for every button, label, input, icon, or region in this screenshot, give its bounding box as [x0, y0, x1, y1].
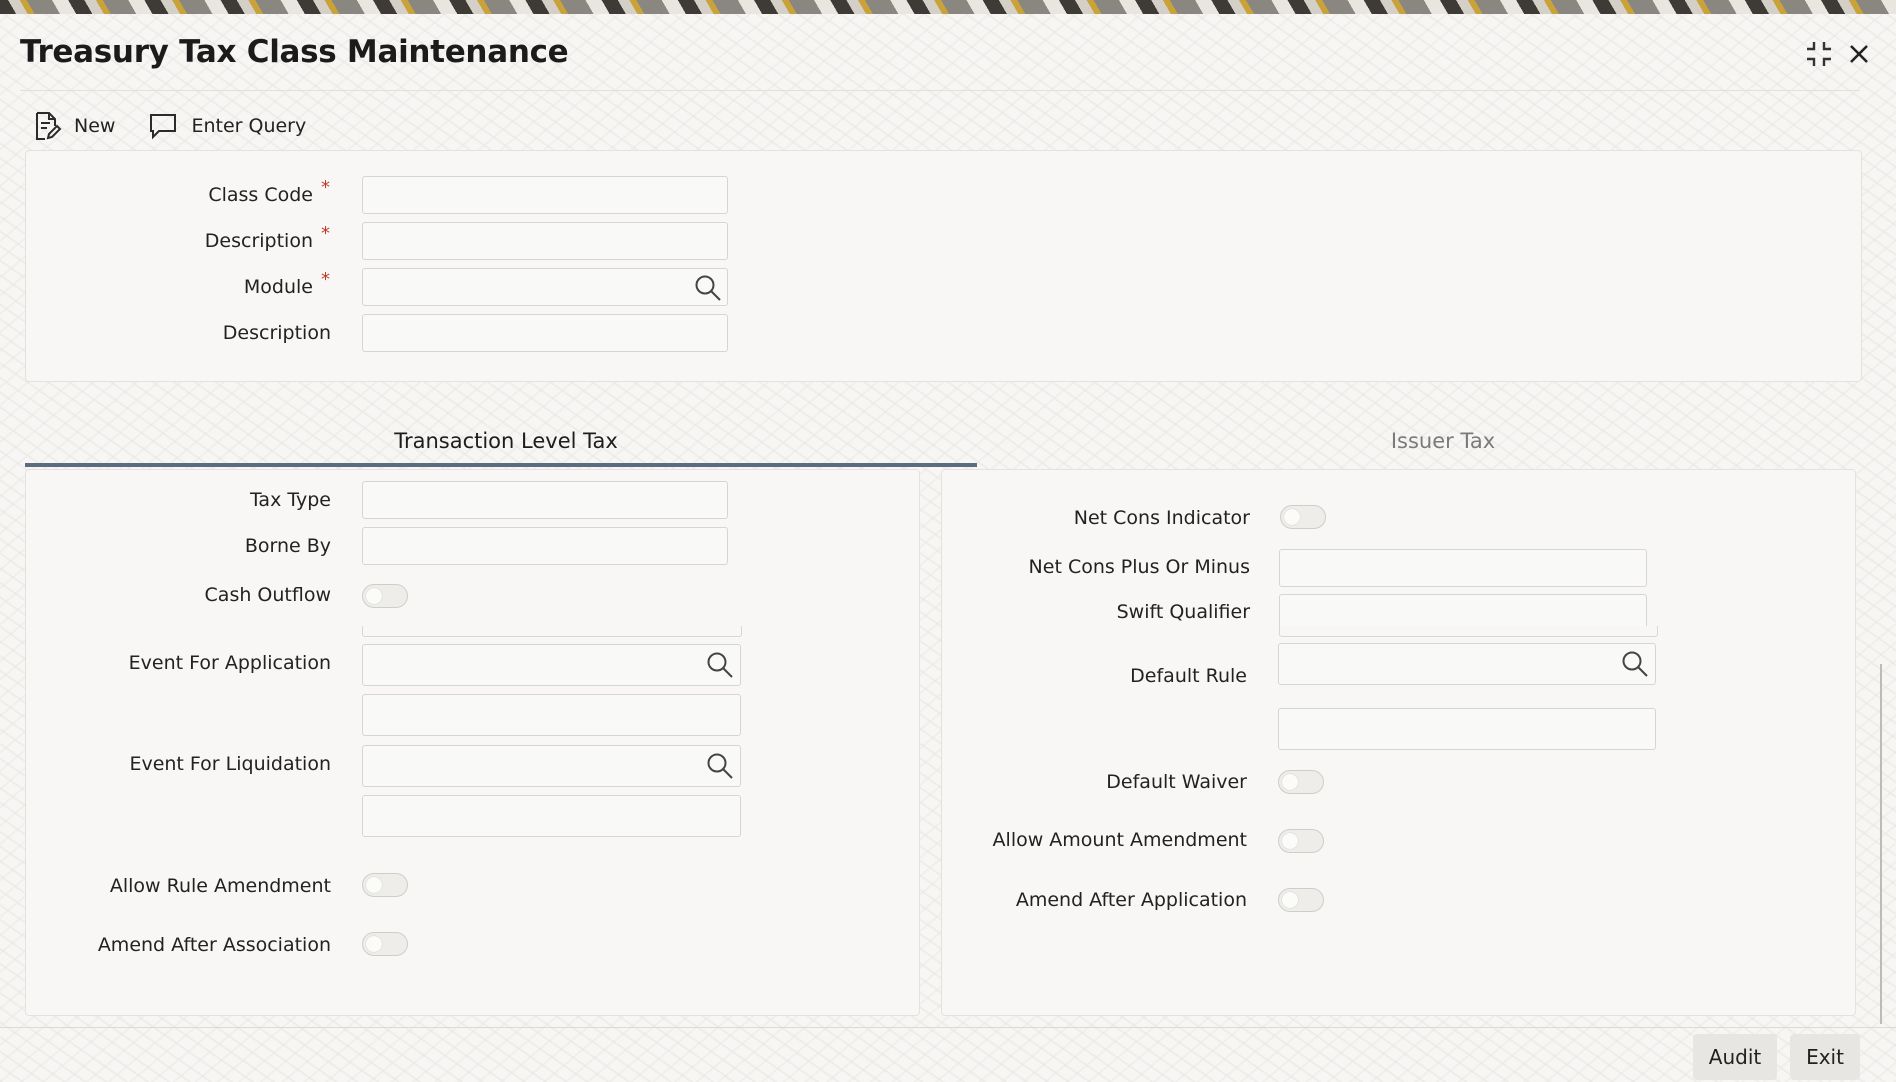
net-cons-plus-minus-label: Net Cons Plus Or Minus: [1028, 556, 1250, 578]
new-button-label: New: [74, 115, 116, 137]
required-marker: *: [321, 269, 330, 290]
module-search-icon[interactable]: [693, 273, 723, 303]
enter-query-label: Enter Query: [191, 115, 307, 137]
borne-by-input[interactable]: [362, 527, 728, 565]
default-rule-input[interactable]: [1278, 643, 1656, 685]
required-marker: *: [321, 177, 330, 198]
event-liquidation-description-input[interactable]: [362, 795, 741, 837]
event-application-search-icon[interactable]: [705, 650, 735, 680]
cash-outflow-label: Cash Outflow: [204, 584, 331, 606]
allow-amount-amendment-toggle[interactable]: [1278, 829, 1324, 853]
description-label: Description: [204, 230, 313, 252]
module-label: Module: [243, 276, 313, 298]
event-for-application-label: Event For Application: [128, 652, 331, 674]
exit-button[interactable]: Exit: [1790, 1034, 1860, 1080]
toolbar: New Enter Query: [30, 104, 306, 148]
net-cons-indicator-label: Net Cons Indicator: [1073, 507, 1250, 529]
class-code-input[interactable]: [362, 176, 728, 214]
amend-after-association-toggle[interactable]: [362, 932, 408, 956]
swift-qualifier-label: Swift Qualifier: [1116, 601, 1250, 623]
title-divider: [20, 90, 1860, 91]
field-group-divider: [362, 626, 742, 637]
class-code-label: Class Code: [208, 184, 313, 206]
allow-amount-amendment-label: Allow Amount Amendment: [992, 829, 1247, 851]
default-rule-description-input[interactable]: [1278, 708, 1656, 750]
amend-after-application-toggle[interactable]: [1278, 888, 1324, 912]
active-tab-indicator: [25, 463, 977, 467]
scrollbar[interactable]: [1880, 664, 1882, 1024]
cash-outflow-toggle[interactable]: [362, 584, 408, 608]
event-liquidation-search-icon[interactable]: [705, 751, 735, 781]
amend-after-association-label: Amend After Association: [97, 934, 331, 956]
allow-rule-amendment-label: Allow Rule Amendment: [109, 875, 331, 897]
new-button[interactable]: New: [30, 110, 115, 142]
allow-rule-amendment-toggle[interactable]: [362, 873, 408, 897]
module-description-label: Description: [222, 322, 331, 344]
tax-type-input[interactable]: [362, 481, 728, 519]
footer-divider: [0, 1027, 1896, 1028]
module-input[interactable]: [362, 268, 728, 306]
tax-type-label: Tax Type: [249, 489, 331, 511]
tab-issuer-tax[interactable]: Issuer Tax: [977, 416, 1896, 466]
event-application-description-input[interactable]: [362, 694, 741, 736]
default-waiver-toggle[interactable]: [1278, 770, 1324, 794]
field-group-divider: [1279, 626, 1658, 637]
default-rule-search-icon[interactable]: [1620, 649, 1650, 679]
enter-query-button[interactable]: Enter Query: [147, 110, 306, 142]
required-marker: *: [321, 223, 330, 244]
event-for-liquidation-label: Event For Liquidation: [129, 753, 331, 775]
default-waiver-label: Default Waiver: [1106, 771, 1247, 793]
description-input[interactable]: [362, 222, 728, 260]
query-message-icon: [150, 114, 177, 140]
maintenance-window: Treasury Tax Class Maintenance New Enter…: [0, 14, 1896, 1082]
audit-button[interactable]: Audit: [1693, 1034, 1777, 1080]
net-cons-plus-minus-input[interactable]: [1279, 549, 1647, 587]
event-for-liquidation-input[interactable]: [362, 745, 741, 787]
net-cons-indicator-toggle[interactable]: [1280, 505, 1326, 529]
event-for-application-input[interactable]: [362, 644, 741, 686]
new-document-icon: [36, 112, 62, 140]
default-rule-label: Default Rule: [1130, 665, 1247, 687]
top-decorative-strip: [0, 0, 1896, 14]
borne-by-label: Borne By: [244, 535, 331, 557]
collapse-icon[interactable]: [1801, 36, 1837, 72]
tab-transaction-level-tax[interactable]: Transaction Level Tax: [25, 416, 987, 466]
module-description-input[interactable]: [362, 314, 728, 352]
amend-after-application-label: Amend After Application: [1015, 889, 1247, 911]
close-icon[interactable]: [1841, 36, 1877, 72]
page-title: Treasury Tax Class Maintenance: [20, 34, 569, 70]
